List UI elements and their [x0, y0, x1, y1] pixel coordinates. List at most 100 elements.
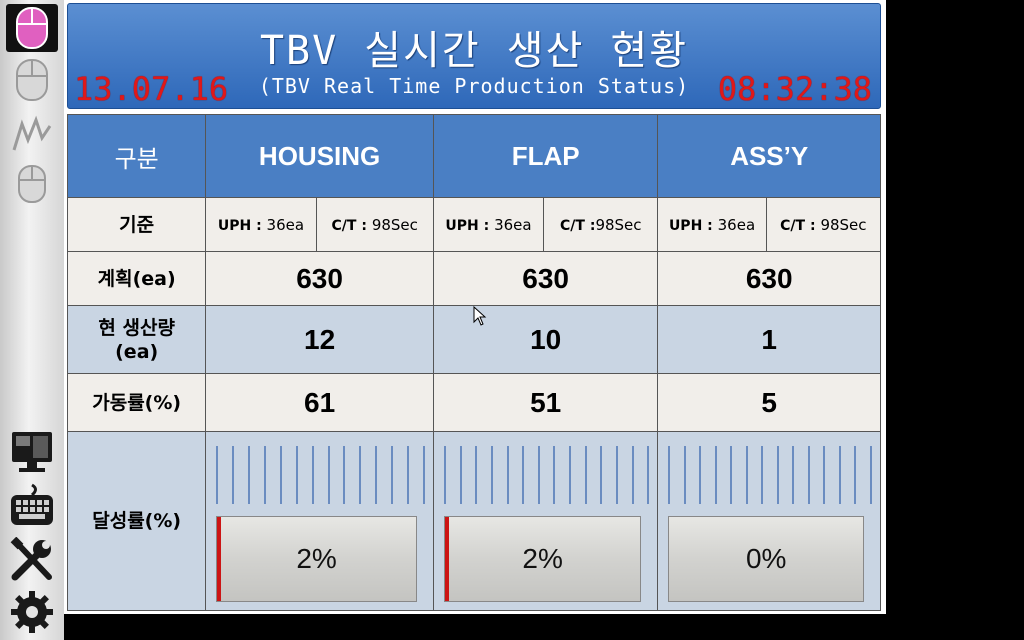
mouse-mode-active-button[interactable] [6, 4, 58, 52]
tick-mark [522, 446, 525, 504]
settings-button[interactable] [6, 588, 58, 636]
achievement-progress-bar: 2% [216, 516, 417, 602]
progress-label: 2% [522, 543, 563, 574]
tools-icon [10, 537, 52, 581]
achievement-progress-bar: 0% [668, 516, 864, 602]
table-row-utilization: 가동률(%) 61 51 5 [66, 373, 881, 432]
mouse-active-icon [16, 7, 48, 49]
ct-value: 98Sec [820, 215, 867, 234]
tick-mark [422, 446, 425, 504]
progress-label: 2% [296, 543, 337, 574]
uph-value: 36ea [717, 215, 756, 234]
column-header-flap: FLAP [432, 114, 659, 198]
utilization-housing: 61 [205, 373, 434, 432]
gear-icon [11, 591, 53, 633]
utilization-assy: 5 [657, 373, 881, 432]
row-label-standard: 기준 [66, 197, 207, 252]
ct-housing: C/T : 98Sec [315, 197, 434, 252]
mouse-pointer-icon [473, 306, 487, 326]
gesture-mode-button[interactable] [6, 110, 58, 158]
tick-mark [343, 446, 346, 504]
tools-button[interactable] [6, 536, 58, 584]
mouse-gesture-icon [12, 115, 52, 151]
production-housing: 12 [205, 305, 434, 374]
tick-mark [870, 446, 872, 504]
tick-mark [714, 446, 717, 504]
ct-value: 98Sec [595, 215, 642, 234]
tick-mark [683, 446, 686, 504]
achievement-housing: 2% [205, 431, 434, 611]
plan-assy: 630 [657, 251, 881, 306]
tick-mark [838, 446, 841, 504]
tick-mark [443, 446, 446, 504]
ct-value: 98Sec [371, 215, 418, 234]
row-label-utilization: 가동률(%) [66, 373, 207, 432]
tick-mark [600, 446, 603, 504]
tick-mark [730, 446, 733, 504]
current-time: 08:32:38 [717, 70, 872, 108]
ct-label: C/T : [560, 217, 596, 234]
table-row-achievement: 달성률(%) 2% 2% 0% [66, 431, 881, 611]
production-table: 구분 HOUSING FLAP ASS’Y 기준 UPH : 36ea C/T … [66, 114, 882, 611]
tick-mark [279, 446, 282, 504]
achievement-flap: 2% [432, 431, 659, 611]
achievement-assy: 0% [657, 431, 881, 611]
column-header-assy: ASS’Y [657, 114, 881, 198]
tick-mark [263, 446, 266, 504]
tick-mark [761, 446, 764, 504]
tick-mark [375, 446, 378, 504]
uph-label: UPH : [668, 217, 718, 234]
tick-mark [490, 446, 493, 504]
tick-mark [631, 446, 634, 504]
row-label-production-line1: 현 생산량 [98, 316, 175, 339]
column-header-housing: HOUSING [205, 114, 434, 198]
tick-mark [776, 446, 779, 504]
tick-mark [475, 446, 478, 504]
header-banner: TBV 실시간 생산 현황 (TBV Real Time Production … [67, 3, 881, 109]
tick-mark [359, 446, 362, 504]
ct-assy: C/T : 98Sec [765, 197, 882, 252]
tick-mark [792, 446, 795, 504]
tick-mark [553, 446, 556, 504]
row-label-achievement: 달성률(%) [66, 431, 207, 611]
tick-mark [647, 446, 650, 504]
uph-assy: UPH : 36ea [657, 197, 767, 252]
tick-mark [854, 446, 857, 504]
row-label-production: 현 생산량 (ea) [66, 305, 207, 374]
mouse-icon [16, 59, 48, 101]
tick-scale [216, 446, 425, 504]
touch-mode-button[interactable] [6, 160, 58, 208]
plan-flap: 630 [432, 251, 659, 306]
uph-value: 36ea [494, 215, 532, 234]
production-assy: 1 [657, 305, 881, 374]
plan-housing: 630 [205, 251, 434, 306]
table-row-standard: 기준 UPH : 36ea C/T : 98Sec UPH : 36ea C/T… [66, 197, 882, 252]
table-row-plan: 계획(ea) 630 630 630 [66, 251, 881, 306]
tick-mark [232, 446, 235, 504]
tick-mark [391, 446, 394, 504]
tick-mark [311, 446, 314, 504]
row-label-plan: 계획(ea) [66, 251, 207, 306]
tick-mark [699, 446, 702, 504]
tick-mark [216, 446, 219, 504]
keyboard-button[interactable] [6, 482, 58, 530]
tick-mark [807, 446, 810, 504]
uph-label: UPH : [217, 217, 267, 234]
monitor-icon [12, 432, 52, 472]
mouse-mode-button[interactable] [6, 56, 58, 104]
tick-mark [295, 446, 298, 504]
tick-mark [668, 446, 671, 504]
row-label-production-line2: (ea) [115, 340, 159, 363]
tick-mark [506, 446, 509, 504]
tick-mark [406, 446, 409, 504]
screen-button[interactable] [6, 428, 58, 476]
tick-mark [459, 446, 462, 504]
tick-mark [616, 446, 619, 504]
ct-label: C/T : [331, 217, 372, 234]
tick-scale [443, 446, 650, 504]
production-flap: 10 [432, 305, 659, 374]
tick-mark [248, 446, 251, 504]
uph-value: 36ea [266, 215, 305, 234]
ct-flap: C/T :98Sec [543, 197, 659, 252]
tick-mark [327, 446, 330, 504]
